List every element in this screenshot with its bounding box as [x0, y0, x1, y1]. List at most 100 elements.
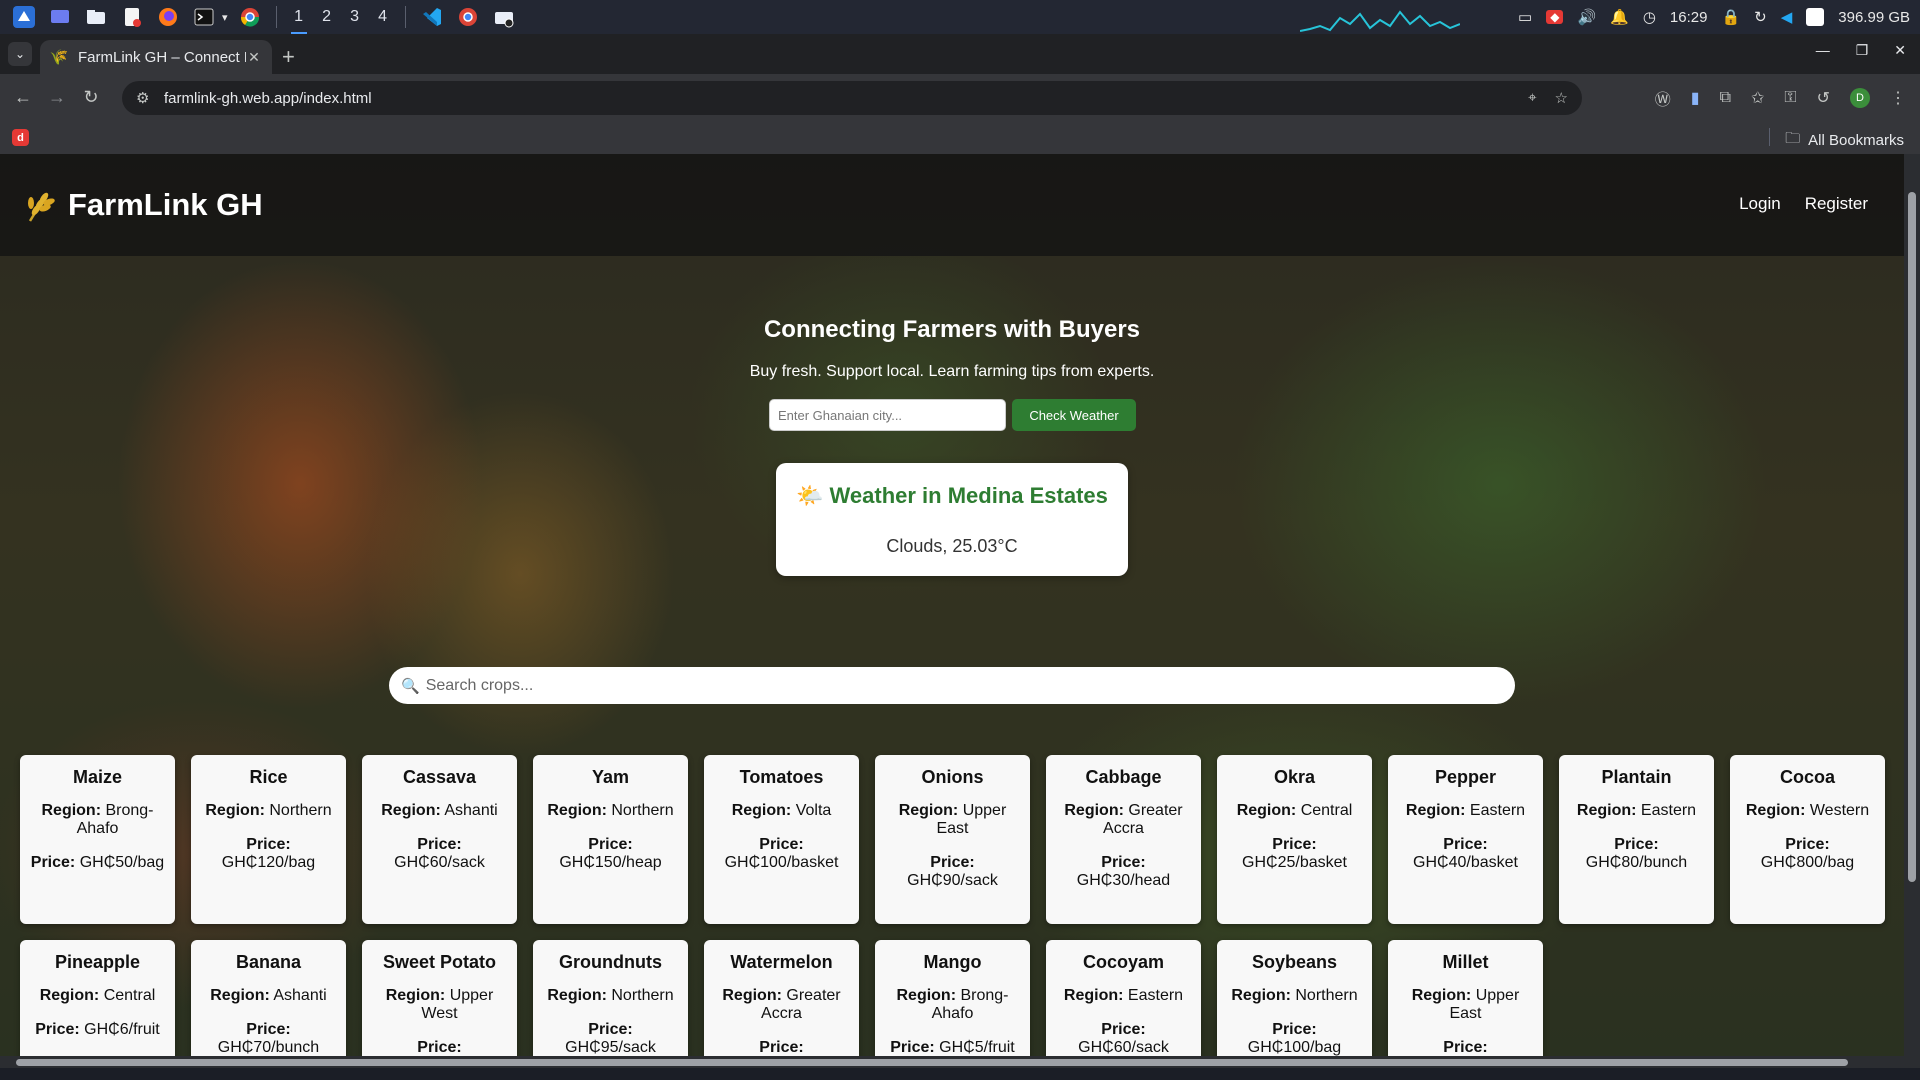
files-window-icon[interactable]	[491, 4, 517, 30]
password-key-icon[interactable]: ⚿	[1784, 89, 1796, 107]
weather-description: Clouds, 25.03°C	[886, 536, 1018, 556]
extensions-puzzle-icon[interactable]: ⧉	[1720, 89, 1731, 107]
chrome-icon[interactable]	[237, 4, 263, 30]
menu-kebab-icon[interactable]: ⋮	[1890, 88, 1906, 108]
display-icon[interactable]: ▭	[1518, 8, 1532, 26]
scrollbar-thumb[interactable]	[1908, 192, 1916, 882]
crop-name: Plantain	[1601, 767, 1672, 787]
check-weather-button[interactable]: Check Weather	[1012, 399, 1136, 431]
notification-bell-icon[interactable]: 🔔	[1610, 8, 1629, 26]
crop-card[interactable]: Pineapple Region: Central Price: GH₵6/frui…	[20, 940, 175, 1068]
vscode-icon[interactable]	[419, 4, 445, 30]
url-text[interactable]: farmlink-gh.web.app/index.html	[164, 90, 1528, 107]
weather-card: 🌤️ Weather in Medina Estates Clouds, 25.0…	[776, 463, 1128, 576]
crop-name: Cassava	[402, 767, 477, 787]
crop-card[interactable]: Groundnuts Region: Northern Price: GH₵95/s…	[533, 940, 688, 1068]
login-link[interactable]: Login	[1739, 194, 1781, 214]
crop-card[interactable]: Cocoa Region: Western Price: GH₵800/bag	[1730, 755, 1885, 924]
close-tab-icon[interactable]: ✕	[246, 49, 262, 66]
lock-icon[interactable]: 🔒	[1721, 8, 1740, 26]
region-label: Region:	[547, 987, 607, 1004]
site-info-icon[interactable]: ⚙	[136, 89, 152, 107]
price-value: GH₵90/sack	[907, 872, 998, 889]
bookmark-star-icon[interactable]: ☆	[1555, 89, 1568, 107]
tab-search-button[interactable]: ⌄	[8, 42, 32, 66]
weather-title: Weather in Medina Estates	[829, 483, 1108, 508]
minimize-icon[interactable]: —	[1816, 42, 1830, 59]
bookmark-app-icon[interactable]: d	[12, 129, 29, 146]
extension-doc-icon[interactable]: ▮	[1691, 88, 1700, 108]
crop-card[interactable]: Millet Region: Upper East Price:	[1388, 940, 1543, 1068]
terminal-icon[interactable]	[191, 4, 217, 30]
all-bookmarks-label: All Bookmarks	[1808, 132, 1904, 149]
crop-card[interactable]: Banana Region: Ashanti Price: GH₵70/bunch	[191, 940, 346, 1068]
price-label: Price:	[588, 836, 633, 853]
vscode-tray-icon[interactable]: ◀	[1781, 8, 1793, 26]
chevron-down-icon[interactable]: ▾	[222, 11, 228, 24]
crop-card[interactable]: Maize Region: Brong-Ahafo Price: GH₵50/bag	[20, 755, 175, 924]
restore-icon[interactable]: ❐	[1856, 42, 1869, 59]
sync-icon[interactable]: ↻	[1754, 8, 1767, 26]
address-bar[interactable]: ⚙ farmlink-gh.web.app/index.html ⌖ ☆	[122, 81, 1582, 115]
crop-card[interactable]: Soybeans Region: Northern Price: GH₵100/ba…	[1217, 940, 1372, 1068]
workspace-4[interactable]: 4	[369, 8, 397, 26]
history-icon[interactable]: ↺	[1817, 88, 1830, 108]
reload-icon[interactable]: ↻	[80, 86, 102, 108]
crop-card[interactable]: Mango Region: Brong-Ahafo Price: GH₵5/frui…	[875, 940, 1030, 1068]
back-arrow-icon[interactable]: ←	[12, 86, 34, 108]
crop-region: Region: Greater Accra	[712, 987, 851, 1023]
crop-card[interactable]: Yam Region: Northern Price: GH₵150/heap	[533, 755, 688, 924]
workspace-3[interactable]: 3	[341, 8, 369, 26]
bookmarks-bar: d 🗀 All Bookmarks	[0, 120, 1920, 154]
horizontal-scrollbar[interactable]	[0, 1056, 1904, 1068]
new-tab-button[interactable]: +	[282, 44, 295, 70]
vertical-scrollbar[interactable]	[1904, 154, 1920, 1068]
crop-card[interactable]: Cocoyam Region: Eastern Price: GH₵60/sack	[1046, 940, 1201, 1068]
clock-time[interactable]: 16:29	[1670, 9, 1708, 26]
crop-card[interactable]: Onions Region: Upper East Price: GH₵90/sac…	[875, 755, 1030, 924]
crop-card[interactable]: Cassava Region: Ashanti Price: GH₵60/sack	[362, 755, 517, 924]
forward-arrow-icon[interactable]: →	[46, 86, 68, 108]
volume-icon[interactable]: 🔊	[1577, 8, 1596, 26]
crop-card[interactable]: Watermelon Region: Greater Accra Price:	[704, 940, 859, 1068]
price-label: Price:	[759, 1039, 804, 1056]
crop-card[interactable]: Tomatoes Region: Volta Price: GH₵100/baske…	[704, 755, 859, 924]
region-label: Region:	[1745, 802, 1806, 819]
workspace-2[interactable]: 2	[313, 8, 341, 26]
chrome-window-icon[interactable]	[455, 4, 481, 30]
extension-w-icon[interactable]: Ⓦ	[1655, 86, 1671, 110]
document-icon[interactable]	[119, 4, 145, 30]
tab-farmlink[interactable]: 🌾 FarmLink GH – Connect Fa ✕	[40, 40, 272, 74]
firefox-icon[interactable]	[155, 4, 181, 30]
location-pin-icon[interactable]: ⌖	[1528, 89, 1536, 107]
crop-card[interactable]: Okra Region: Central Price: GH₵25/basket	[1217, 755, 1372, 924]
crop-search-bar[interactable]: 🔍	[389, 667, 1515, 704]
region-value: Northern	[269, 802, 332, 819]
file-manager-icon[interactable]	[83, 4, 109, 30]
crop-region: Region: Volta	[712, 802, 851, 820]
crop-card[interactable]: Rice Region: Northern Price: GH₵120/bag	[191, 755, 346, 924]
crop-price: Price: GH₵6/fruit	[28, 1021, 167, 1039]
crop-price: Price: GH₵5/fruit	[883, 1039, 1022, 1057]
price-label: Price:	[246, 836, 291, 853]
reading-list-icon[interactable]: ✩	[1751, 88, 1764, 108]
crop-card[interactable]: Plantain Region: Eastern Price: GH₵80/bunc…	[1559, 755, 1714, 924]
crop-name: Onions	[921, 767, 984, 787]
crop-card[interactable]: Cabbage Region: Greater Accra Price: GH₵30…	[1046, 755, 1201, 924]
desktop-icon[interactable]	[47, 4, 73, 30]
close-window-icon[interactable]: ✕	[1894, 42, 1906, 59]
city-input[interactable]	[769, 399, 1006, 431]
site-title[interactable]: FarmLink GH	[68, 187, 263, 223]
workspace-1[interactable]: 1	[285, 8, 313, 34]
all-bookmarks-button[interactable]: 🗀 All Bookmarks	[1785, 128, 1904, 153]
profile-avatar[interactable]: D	[1850, 88, 1870, 108]
register-link[interactable]: Register	[1805, 194, 1868, 214]
weather-title-row: 🌤️ Weather in Medina Estates	[776, 483, 1128, 509]
price-label: Price:	[1443, 836, 1488, 853]
app-menu-icon[interactable]	[11, 4, 37, 30]
crop-search-input[interactable]	[425, 676, 1503, 695]
crop-card[interactable]: Pepper Region: Eastern Price: GH₵40/basket	[1388, 755, 1543, 924]
scrollbar-thumb[interactable]	[16, 1059, 1848, 1066]
anydesk-icon[interactable]: ◆	[1546, 10, 1564, 24]
crop-card[interactable]: Sweet Potato Region: Upper West Price:	[362, 940, 517, 1068]
